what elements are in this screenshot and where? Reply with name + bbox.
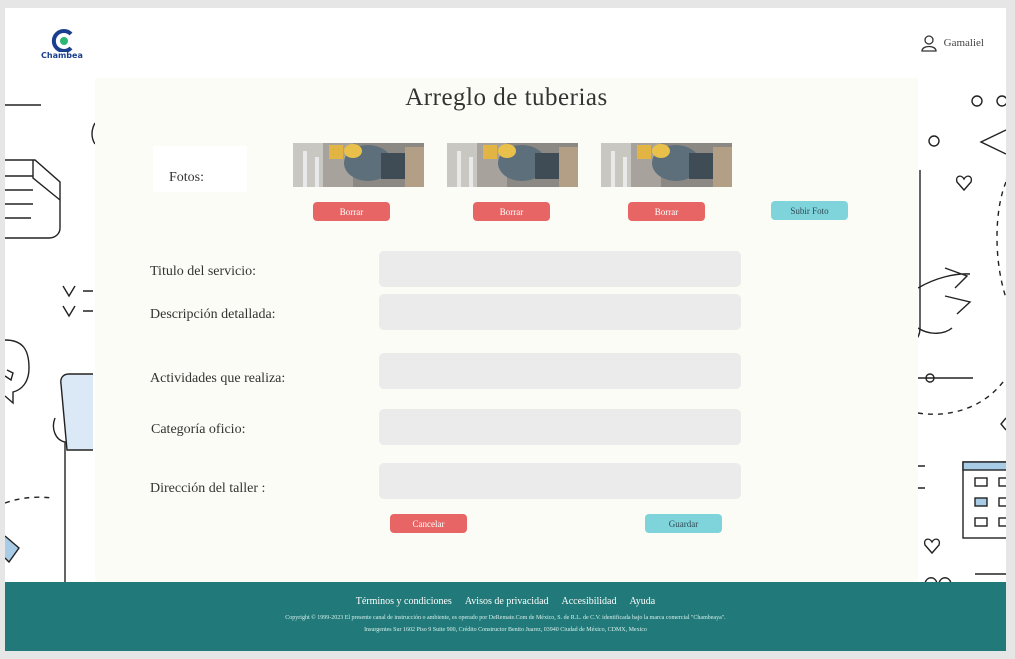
plumber-photo-image bbox=[447, 143, 578, 187]
chambea-logo-icon bbox=[51, 29, 73, 53]
photos-label: Fotos: bbox=[169, 170, 205, 185]
service-title-label: Titulo del servicio: bbox=[150, 264, 257, 279]
footer-link-help[interactable]: Ayuda bbox=[630, 596, 656, 607]
photo-thumbnail[interactable] bbox=[447, 143, 578, 187]
upload-photo-button[interactable]: Subir Foto bbox=[771, 201, 848, 220]
footer-copyright: Copyright © 1999-2023 El presente canal … bbox=[285, 615, 726, 621]
footer-link-accessibility[interactable]: Accesibilidad bbox=[562, 596, 617, 607]
service-title-input[interactable] bbox=[379, 251, 741, 287]
photo-thumbnail[interactable] bbox=[293, 143, 424, 187]
save-button[interactable]: Guardar bbox=[645, 514, 722, 533]
user-name: Gamaliel bbox=[943, 37, 984, 49]
delete-photo-button[interactable]: Borrar bbox=[628, 202, 705, 221]
footer: Términos y condiciones Avisos de privaci… bbox=[5, 582, 1006, 651]
footer-links: Términos y condiciones Avisos de privaci… bbox=[5, 596, 1006, 607]
delete-photo-button[interactable]: Borrar bbox=[473, 202, 550, 221]
footer-link-privacy[interactable]: Avisos de privacidad bbox=[465, 596, 549, 607]
photo-thumbnail[interactable] bbox=[601, 143, 732, 187]
category-label: Categoría oficio: bbox=[151, 422, 246, 437]
plumber-photo-image bbox=[601, 143, 732, 187]
delete-photo-button[interactable]: Borrar bbox=[313, 202, 390, 221]
page-frame: Chambea Gamaliel Arreglo de tuberias Fot… bbox=[5, 8, 1006, 651]
footer-link-terms[interactable]: Términos y condiciones bbox=[356, 596, 452, 607]
page-title: Arreglo de tuberias bbox=[405, 84, 608, 111]
workshop-address-label: Dirección del taller : bbox=[150, 481, 266, 496]
description-label: Descripción detallada: bbox=[150, 307, 276, 322]
service-edit-card: Arreglo de tuberias Fotos: Borrar Borrar… bbox=[95, 78, 918, 583]
user-menu[interactable]: Gamaliel bbox=[920, 34, 984, 52]
user-icon bbox=[921, 35, 937, 52]
footer-address: Insurgentes Sur 1602 Piso 9 Suite 900, C… bbox=[364, 627, 647, 633]
plumber-photo-image bbox=[293, 143, 424, 187]
activities-label: Actividades que realiza: bbox=[150, 371, 286, 386]
photos-label-box: Fotos: bbox=[153, 146, 247, 192]
workshop-address-input[interactable] bbox=[379, 463, 741, 499]
logo-wordmark: Chambea bbox=[41, 51, 83, 60]
category-input[interactable] bbox=[379, 409, 741, 445]
description-input[interactable] bbox=[379, 294, 741, 330]
activities-input[interactable] bbox=[379, 353, 741, 389]
cancel-button[interactable]: Cancelar bbox=[390, 514, 467, 533]
